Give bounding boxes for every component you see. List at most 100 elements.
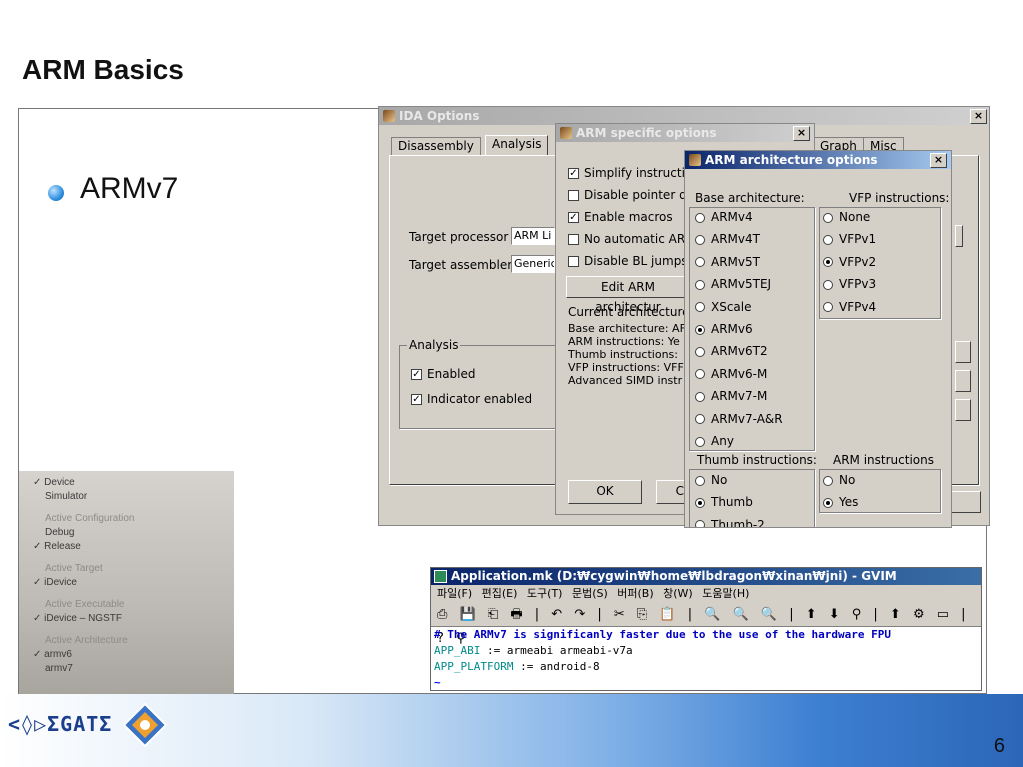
target-assembler-field[interactable]: Generic <box>511 255 555 273</box>
code-line: APP_ABI := armeabi armeabi-v7a <box>431 643 981 659</box>
base-arch-label: ARMv4 <box>711 210 753 224</box>
target-assembler-label: Target assembler <box>409 258 513 272</box>
disable-pointer-checkbox[interactable]: Disable pointer de <box>568 188 694 202</box>
arm-arch-close-button[interactable]: × <box>930 153 947 168</box>
arm-specific-close-button[interactable]: × <box>793 126 810 141</box>
xcode-menu-item: ✓ armv6 <box>33 649 72 660</box>
radio-icon <box>823 302 833 313</box>
target-processor-label: Target processor <box>409 230 509 244</box>
tab-disassembly[interactable]: Disassembly <box>391 137 481 155</box>
radio-icon <box>823 212 833 223</box>
base-arch-label: ARMv4T <box>711 232 760 247</box>
vfp-label: VFPv3 <box>839 277 877 292</box>
xcode-menu-item: Debug <box>45 527 75 538</box>
codegate-logo-icon <box>122 702 168 748</box>
xcode-menu-item: Simulator <box>45 491 88 502</box>
xcode-menu-item: armv7 <box>45 663 73 674</box>
code-editor[interactable]: # The ARMv7 is significanly faster due t… <box>431 627 981 691</box>
base-arch-label: ARMv5T <box>711 254 760 269</box>
radio-icon <box>695 475 705 486</box>
vfp-label: VFPv1 <box>839 232 877 247</box>
code-line: APP_PLATFORM := android-8 <box>431 659 981 675</box>
xcode-menu-item: ✓ Device <box>33 477 75 488</box>
base-arch-radio[interactable]: ARMv6 <box>695 322 753 336</box>
radio-icon <box>695 520 705 527</box>
base-arch-radio[interactable]: ARMv7-M <box>695 389 767 403</box>
option-label: Disable pointer de <box>584 188 695 202</box>
info-line: ARM instructions: Ye <box>568 335 680 348</box>
radio-selected-icon <box>823 257 833 268</box>
info-line: VFP instructions: VFF <box>568 361 684 374</box>
thumb-radio[interactable]: Thumb <box>695 495 753 509</box>
check-icon: ✓ <box>568 168 579 179</box>
ida-close-button[interactable]: × <box>970 109 987 124</box>
vfp-radio[interactable]: VFPv1 <box>823 232 876 246</box>
check-icon: ✓ <box>411 369 422 380</box>
simplify-checkbox[interactable]: ✓ Simplify instructio <box>568 166 692 180</box>
code-variable: APP_PLATFORM <box>434 660 514 673</box>
disable-bl-checkbox[interactable]: Disable BL jumps <box>568 254 688 268</box>
side-button[interactable] <box>955 341 971 363</box>
arm-specific-title: ARM specific options <box>576 126 717 140</box>
tab-analysis[interactable]: Analysis <box>485 135 549 155</box>
ok-button[interactable]: OK <box>568 480 642 504</box>
thumb-radio[interactable]: Thumb-2 <box>695 518 765 527</box>
ida-options-title: IDA Options <box>399 109 480 123</box>
base-arch-radio[interactable]: ARMv6T2 <box>695 344 768 358</box>
vfp-radio[interactable]: VFPv2 <box>823 255 876 269</box>
gvim-titlebar: Application.mk (D:₩cygwin₩home₩lbdragon₩… <box>431 568 981 585</box>
base-arch-radio[interactable]: ARMv4T <box>695 232 760 246</box>
info-line: Advanced SIMD instr <box>568 374 683 387</box>
side-button[interactable] <box>955 225 963 247</box>
radio-icon <box>823 475 833 486</box>
arm-instr-radio[interactable]: Yes <box>823 495 858 509</box>
base-arch-label: Base architecture: <box>695 191 805 205</box>
radio-icon <box>823 234 833 245</box>
vfp-radio[interactable]: VFPv4 <box>823 300 876 314</box>
base-arch-radio[interactable]: XScale <box>695 300 752 314</box>
radio-icon <box>823 279 833 290</box>
base-arch-radio[interactable]: ARMv6-M <box>695 367 767 381</box>
vfp-label: None <box>839 210 871 224</box>
vfp-radio[interactable]: VFPv3 <box>823 277 876 291</box>
base-arch-label: ARMv6 <box>711 322 753 336</box>
analysis-group <box>399 345 559 429</box>
radio-icon <box>695 414 705 425</box>
target-processor-field[interactable]: ARM Li <box>511 227 555 245</box>
edit-arm-arch-button[interactable]: Edit ARM architectur <box>566 276 690 314</box>
radio-icon <box>695 302 705 313</box>
base-arch-radio[interactable]: ARMv4 <box>695 210 753 224</box>
base-arch-label: Any <box>711 434 734 448</box>
code-value: := android-8 <box>513 660 600 673</box>
side-button[interactable] <box>955 399 971 421</box>
radio-icon <box>695 391 705 402</box>
code-line: ~ <box>434 676 441 689</box>
arm-instr-label: Yes <box>839 495 859 510</box>
option-label: Disable BL jumps <box>584 254 688 268</box>
enable-macros-checkbox[interactable]: ✓ Enable macros <box>568 210 673 224</box>
indicator-checkbox[interactable]: ✓ Indicator enabled <box>411 392 532 406</box>
option-label: Simplify instructio <box>584 166 693 180</box>
gvim-toolbar[interactable]: ⎙ 💾 ⎗ 🖶 | ↶ ↷ | ✂ ⎘ 📋 | 🔍 🔍 🔍 | ⬆ ⬇ ⚲ | … <box>431 603 981 646</box>
xcode-menu-item: Active Configuration <box>45 513 135 524</box>
base-arch-label: ARMv7-M <box>711 389 768 404</box>
base-arch-radio[interactable]: ARMv5T <box>695 255 760 269</box>
side-button[interactable] <box>955 370 971 392</box>
check-icon: ✓ <box>568 212 579 223</box>
option-label: Enable macros <box>584 210 673 224</box>
xcode-menu-item: Active Executable <box>45 599 125 610</box>
base-arch-radio[interactable]: ARMv7-A&R <box>695 412 783 426</box>
thumb-radio[interactable]: No <box>695 473 727 487</box>
radio-selected-icon <box>695 324 705 335</box>
no-auto-arm-checkbox[interactable]: No automatic ARM <box>568 232 696 246</box>
base-arch-radio[interactable]: Any <box>695 434 734 448</box>
vfp-radio[interactable]: None <box>823 210 870 224</box>
radio-icon <box>695 279 705 290</box>
vfp-label: VFPv4 <box>839 299 877 314</box>
radio-icon <box>695 346 705 357</box>
arm-arch-titlebar: ARM architecture options <box>685 151 951 169</box>
base-arch-radio[interactable]: ARMv5TEJ <box>695 277 771 291</box>
arm-instr-radio[interactable]: No <box>823 473 855 487</box>
enabled-checkbox[interactable]: ✓ Enabled <box>411 367 476 381</box>
gvim-menubar[interactable]: 파일(F) 편집(E) 도구(T) 문법(S) 버퍼(B) 창(W) 도움말(H… <box>431 585 981 603</box>
